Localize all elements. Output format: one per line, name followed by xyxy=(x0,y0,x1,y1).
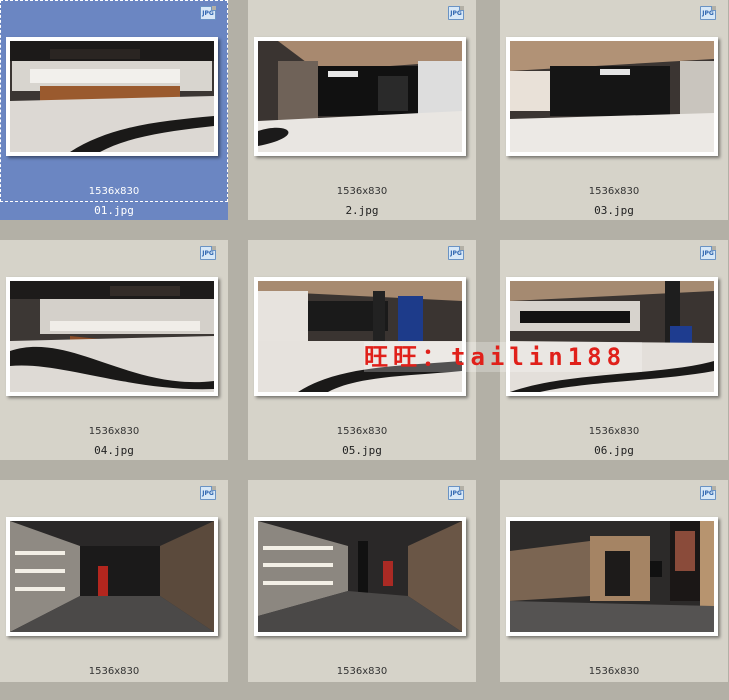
watermark-text: 旺旺：tailin188 xyxy=(364,342,642,372)
image-dimensions: 1536x830 xyxy=(88,666,140,677)
thumbnail-image[interactable] xyxy=(254,37,466,156)
file-name[interactable]: 05.jpg xyxy=(248,442,476,460)
file-name[interactable]: 2.jpg xyxy=(248,202,476,220)
image-dimensions: 1536x830 xyxy=(88,426,140,437)
file-thumbnail-01[interactable]: JPG 1536x830 01.jpg xyxy=(0,0,228,220)
image-dimensions: 1536x830 xyxy=(88,186,140,197)
image-dimensions: 1536x830 xyxy=(588,186,640,197)
image-dimensions: 1536x830 xyxy=(588,426,640,437)
thumbnail-image[interactable] xyxy=(506,517,718,636)
render-hall-pillar-right xyxy=(510,281,714,392)
jpg-file-icon: JPG xyxy=(448,246,464,260)
jpg-file-icon: JPG xyxy=(448,6,464,20)
thumbnail-grid: JPG 1536x830 01.jpg JPG 1536x830 2.jpg J… xyxy=(0,0,729,682)
image-dimensions: 1536x830 xyxy=(336,666,388,677)
image-dimensions: 1536x830 xyxy=(336,426,388,437)
render-elevator-lobby xyxy=(510,521,714,632)
render-dark-gallery xyxy=(10,521,214,632)
thumbnail-image[interactable] xyxy=(6,277,218,396)
thumbnail-image[interactable] xyxy=(506,37,718,156)
render-counter-curve xyxy=(10,281,214,392)
thumbnail-image[interactable] xyxy=(254,517,466,636)
jpg-file-icon: JPG xyxy=(700,246,716,260)
render-counter-left xyxy=(10,41,214,152)
file-name[interactable]: 06.jpg xyxy=(500,442,728,460)
file-name[interactable]: 03.jpg xyxy=(500,202,728,220)
file-thumbnail-09[interactable]: JPG 1536x830 xyxy=(500,480,728,700)
image-dimensions: 1536x830 xyxy=(588,666,640,677)
jpg-file-icon: JPG xyxy=(200,246,216,260)
file-name[interactable]: 01.jpg xyxy=(0,202,228,220)
thumbnail-image[interactable] xyxy=(6,37,218,156)
file-name[interactable]: 04.jpg xyxy=(0,442,228,460)
file-thumbnail-07[interactable]: JPG 1536x830 xyxy=(0,480,228,700)
file-thumbnail-2[interactable]: JPG 1536x830 2.jpg xyxy=(248,0,476,220)
file-thumbnail-08[interactable]: JPG 1536x830 xyxy=(248,480,476,700)
jpg-file-icon: JPG xyxy=(700,6,716,20)
jpg-file-icon: JPG xyxy=(700,486,716,500)
file-thumbnail-03[interactable]: JPG 1536x830 03.jpg xyxy=(500,0,728,220)
image-dimensions: 1536x830 xyxy=(336,186,388,197)
render-dark-gallery-2 xyxy=(258,521,462,632)
jpg-file-icon: JPG xyxy=(200,6,216,20)
file-thumbnail-04[interactable]: JPG 1536x830 04.jpg xyxy=(0,240,228,460)
render-hall-pillar xyxy=(258,281,462,392)
thumbnail-image[interactable] xyxy=(6,517,218,636)
thumbnail-image[interactable] xyxy=(506,277,718,396)
render-storefront xyxy=(258,41,462,152)
jpg-file-icon: JPG xyxy=(448,486,464,500)
jpg-file-icon: JPG xyxy=(200,486,216,500)
render-storefront-wide xyxy=(510,41,714,152)
thumbnail-image[interactable] xyxy=(254,277,466,396)
